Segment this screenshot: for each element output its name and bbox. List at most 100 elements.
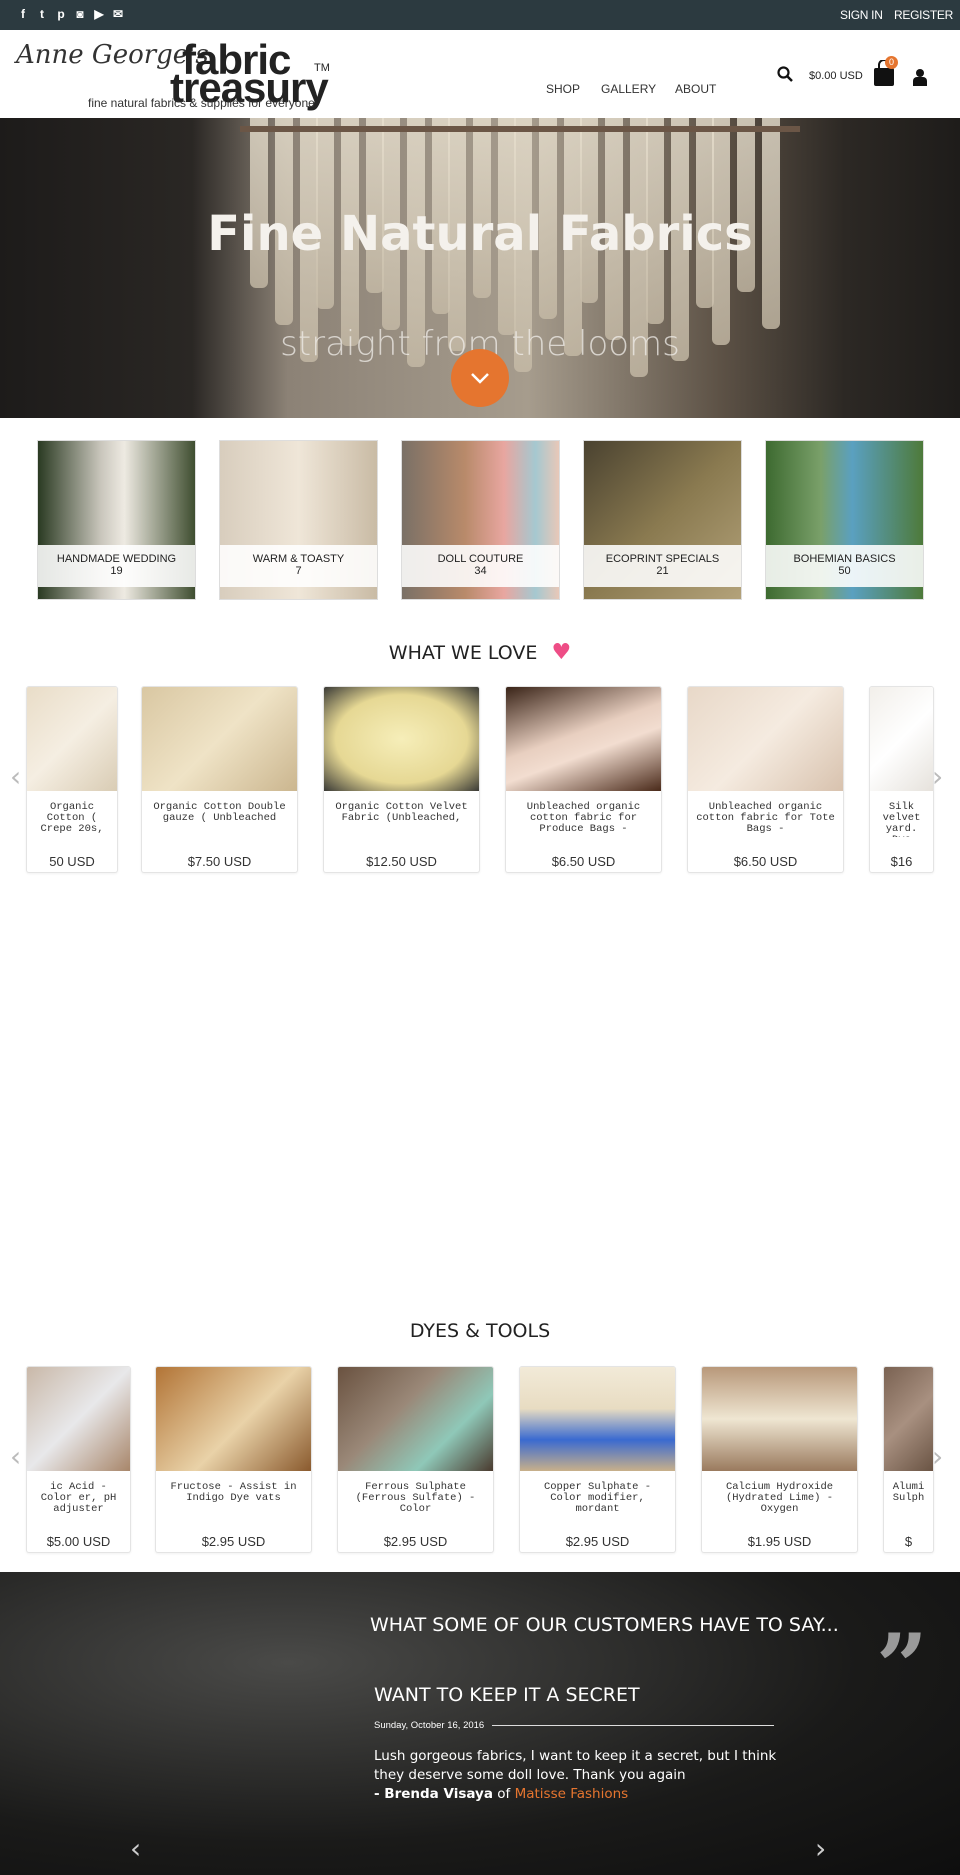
- product-card[interactable]: Silk velvet yard. Dye $16: [869, 686, 934, 873]
- product-name: Organic Cotton Double gauze ( Unbleached: [153, 801, 286, 824]
- section-title: WHAT WE LOVE: [388, 642, 538, 664]
- product-price: $: [904, 1534, 913, 1549]
- product-price: $6.50 USD: [551, 854, 616, 869]
- instagram-icon[interactable]: ◙: [73, 7, 87, 21]
- product-price: $6.50 USD: [733, 854, 798, 869]
- carousel-prev-arrow[interactable]: ‹: [10, 1440, 21, 1473]
- product-name: Unbleached organic cotton fabric for Pro…: [526, 801, 641, 835]
- search-icon[interactable]: [777, 66, 793, 82]
- product-price: $7.50 USD: [187, 854, 252, 869]
- product-name: Fructose - Assist in Indigo Dye vats: [170, 1481, 297, 1504]
- product-card[interactable]: ic Acid - Color er, pH adjuster $5.00 USD: [26, 1366, 131, 1553]
- product-image: [520, 1367, 675, 1471]
- sign-in-link[interactable]: SIGN IN: [840, 8, 883, 22]
- product-price: $2.95 USD: [565, 1534, 630, 1549]
- cart-button[interactable]: 0: [873, 56, 898, 86]
- product-price: 50 USD: [49, 854, 95, 869]
- user-icon[interactable]: [913, 68, 927, 86]
- product-name: Unbleached organic cotton fabric for Tot…: [696, 801, 835, 835]
- category-count: 34: [474, 565, 487, 577]
- category-name: DOLL COUTURE: [437, 553, 524, 565]
- logo-tagline: fine natural fabrics & supplies for ever…: [88, 96, 315, 110]
- category-label: BOHEMIAN BASICS 50: [766, 545, 923, 587]
- product-card[interactable]: Alumi Sulph $: [883, 1366, 934, 1553]
- product-price: $2.95 USD: [201, 1534, 266, 1549]
- cart-count-badge: 0: [885, 56, 898, 69]
- carousel-prev-arrow[interactable]: ‹: [10, 760, 21, 793]
- logo-tm: TM: [314, 62, 330, 74]
- category-count: 7: [295, 565, 302, 577]
- product-image: [506, 687, 661, 791]
- what-we-love-heading: WHAT WE LOVE ♥: [0, 640, 960, 665]
- nav-about[interactable]: ABOUT: [675, 82, 716, 96]
- logo[interactable]: Anne George's fabric treasury TM fine na…: [0, 30, 340, 112]
- hero-banner: Fine Natural Fabrics straight from the l…: [0, 118, 960, 418]
- scroll-down-button[interactable]: [451, 349, 509, 407]
- hanging-rod: [240, 126, 800, 132]
- chevron-down-icon: [471, 373, 489, 384]
- product-image: [702, 1367, 857, 1471]
- testimonial-company-link[interactable]: Matisse Fashions: [515, 1786, 629, 1802]
- youtube-icon[interactable]: ▶: [92, 7, 106, 21]
- email-icon[interactable]: ✉: [111, 7, 125, 21]
- category-tile[interactable]: DOLL COUTURE 34: [401, 440, 560, 600]
- product-image: [688, 687, 843, 791]
- header: Anne George's fabric treasury TM fine na…: [0, 30, 960, 118]
- product-price: $5.00 USD: [46, 1534, 111, 1549]
- product-card[interactable]: Ferrous Sulphate (Ferrous Sulfate) - Col…: [337, 1366, 494, 1553]
- heart-icon: ♥: [551, 640, 572, 665]
- testimonial-prev-arrow[interactable]: ‹: [130, 1832, 141, 1865]
- nav-gallery[interactable]: GALLERY: [601, 82, 656, 96]
- product-name: Ferrous Sulphate (Ferrous Sulfate) - Col…: [355, 1481, 476, 1515]
- hero-title: Fine Natural Fabrics: [207, 206, 753, 262]
- yarn-skein: [250, 118, 268, 288]
- quote-icon: ”: [876, 1614, 928, 1720]
- product-card[interactable]: Fructose - Assist in Indigo Dye vats $2.9…: [155, 1366, 312, 1553]
- category-tile[interactable]: WARM & TOASTY 7: [219, 440, 378, 600]
- product-card[interactable]: Organic Cotton Velvet Fabric (Unbleached…: [323, 686, 480, 873]
- category-label: HANDMADE WEDDING 19: [38, 545, 195, 587]
- testimonial-of: of: [497, 1786, 511, 1802]
- product-name: Organic Cotton ( Crepe 20s,: [40, 801, 104, 835]
- cart-total[interactable]: $0.00 USD: [809, 70, 863, 82]
- product-image: [324, 687, 479, 791]
- testimonials-heading: WHAT SOME OF OUR CUSTOMERS HAVE TO SAY..…: [370, 1614, 839, 1636]
- product-image: [27, 687, 117, 791]
- testimonials-section: WHAT SOME OF OUR CUSTOMERS HAVE TO SAY..…: [0, 1572, 960, 1875]
- dyes-tools-heading: DYES & TOOLS: [409, 1320, 551, 1342]
- category-tile[interactable]: HANDMADE WEDDING 19: [37, 440, 196, 600]
- nav-shop[interactable]: SHOP: [546, 82, 580, 96]
- category-tile[interactable]: BOHEMIAN BASICS 50: [765, 440, 924, 600]
- product-card[interactable]: Organic Cotton Double gauze ( Unbleached…: [141, 686, 298, 873]
- testimonial-author: - Brenda Visaya: [374, 1786, 493, 1802]
- product-card[interactable]: Unbleached organic cotton fabric for Tot…: [687, 686, 844, 873]
- product-image: [142, 687, 297, 791]
- product-card[interactable]: Calcium Hydroxide (Hydrated Lime) - Oxyg…: [701, 1366, 858, 1553]
- category-name: ECOPRINT SPECIALS: [605, 553, 720, 565]
- facebook-icon[interactable]: f: [16, 7, 30, 21]
- product-price: $12.50 USD: [366, 854, 437, 869]
- category-label: WARM & TOASTY 7: [220, 545, 377, 587]
- pinterest-icon[interactable]: p: [54, 7, 68, 21]
- product-image: [338, 1367, 493, 1471]
- yarn-skein: [737, 118, 755, 292]
- category-name: BOHEMIAN BASICS: [793, 553, 896, 565]
- category-tile[interactable]: ECOPRINT SPECIALS 21: [583, 440, 742, 600]
- register-link[interactable]: REGISTER: [894, 8, 953, 22]
- product-name: Alumi Sulph: [892, 1481, 925, 1504]
- category-label: DOLL COUTURE 34: [402, 545, 559, 587]
- product-price: $2.95 USD: [383, 1534, 448, 1549]
- product-card[interactable]: Organic Cotton ( Crepe 20s, 50 USD: [26, 686, 118, 873]
- category-count: 21: [656, 565, 669, 577]
- product-image: [870, 687, 933, 791]
- category-count: 19: [110, 565, 123, 577]
- testimonial-date: Sunday, October 16, 2016: [374, 1720, 485, 1731]
- category-count: 50: [838, 565, 851, 577]
- category-name: WARM & TOASTY: [252, 553, 345, 565]
- product-card[interactable]: Copper Sulphate - Color modifier, mordan…: [519, 1366, 676, 1553]
- product-card[interactable]: Unbleached organic cotton fabric for Pro…: [505, 686, 662, 873]
- product-name: ic Acid - Color er, pH adjuster: [40, 1481, 117, 1515]
- testimonial-next-arrow[interactable]: ›: [815, 1832, 826, 1865]
- twitter-icon[interactable]: t: [35, 7, 49, 21]
- testimonial-title: WANT TO KEEP IT A SECRET: [374, 1684, 640, 1706]
